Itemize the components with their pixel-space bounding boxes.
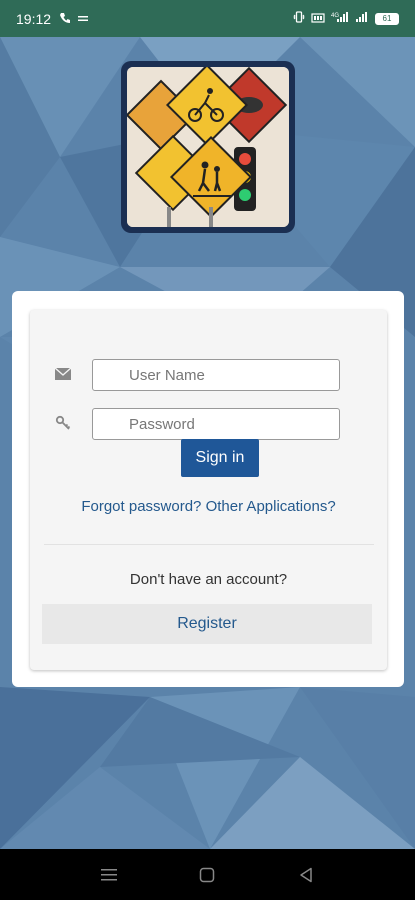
vibrate-icon <box>293 11 305 26</box>
username-input[interactable] <box>92 359 340 391</box>
password-input[interactable] <box>92 408 340 440</box>
login-form: Sign in Forgot password? Other Applicati… <box>30 310 387 670</box>
key-icon <box>54 414 72 432</box>
help-links: Forgot password? Other Applications? <box>30 498 387 515</box>
signal-icon-1: 4G <box>331 11 349 26</box>
status-time: 19:12 <box>16 10 52 27</box>
status-left-icons <box>59 11 89 27</box>
svg-text:4G: 4G <box>331 13 339 19</box>
home-icon[interactable] <box>187 855 227 895</box>
register-button[interactable]: Register <box>42 604 372 644</box>
app-logo <box>121 61 295 233</box>
sign-in-button[interactable]: Sign in <box>181 439 259 477</box>
username-row <box>30 359 387 391</box>
other-applications-link[interactable]: Other Applications? <box>206 498 336 515</box>
forgot-password-link[interactable]: Forgot password? <box>81 498 201 515</box>
password-row <box>30 408 387 440</box>
envelope-icon <box>54 365 72 383</box>
menu-icon[interactable] <box>89 855 129 895</box>
no-account-text: Don't have an account? <box>129 571 288 588</box>
status-bar: 19:12 4G 61 <box>0 0 415 37</box>
system-nav-bar <box>0 849 415 900</box>
login-card: Sign in Forgot password? Other Applicati… <box>12 291 404 687</box>
divider <box>44 544 374 545</box>
back-icon[interactable] <box>286 855 326 895</box>
status-right-icons: 4G 61 <box>293 11 399 26</box>
traffic-signs-image <box>127 67 289 227</box>
call-icon <box>59 11 71 27</box>
vowifi-icon <box>311 11 325 26</box>
signal-icon-2 <box>355 11 369 26</box>
message-icon <box>77 11 89 27</box>
battery-icon: 61 <box>375 12 399 25</box>
